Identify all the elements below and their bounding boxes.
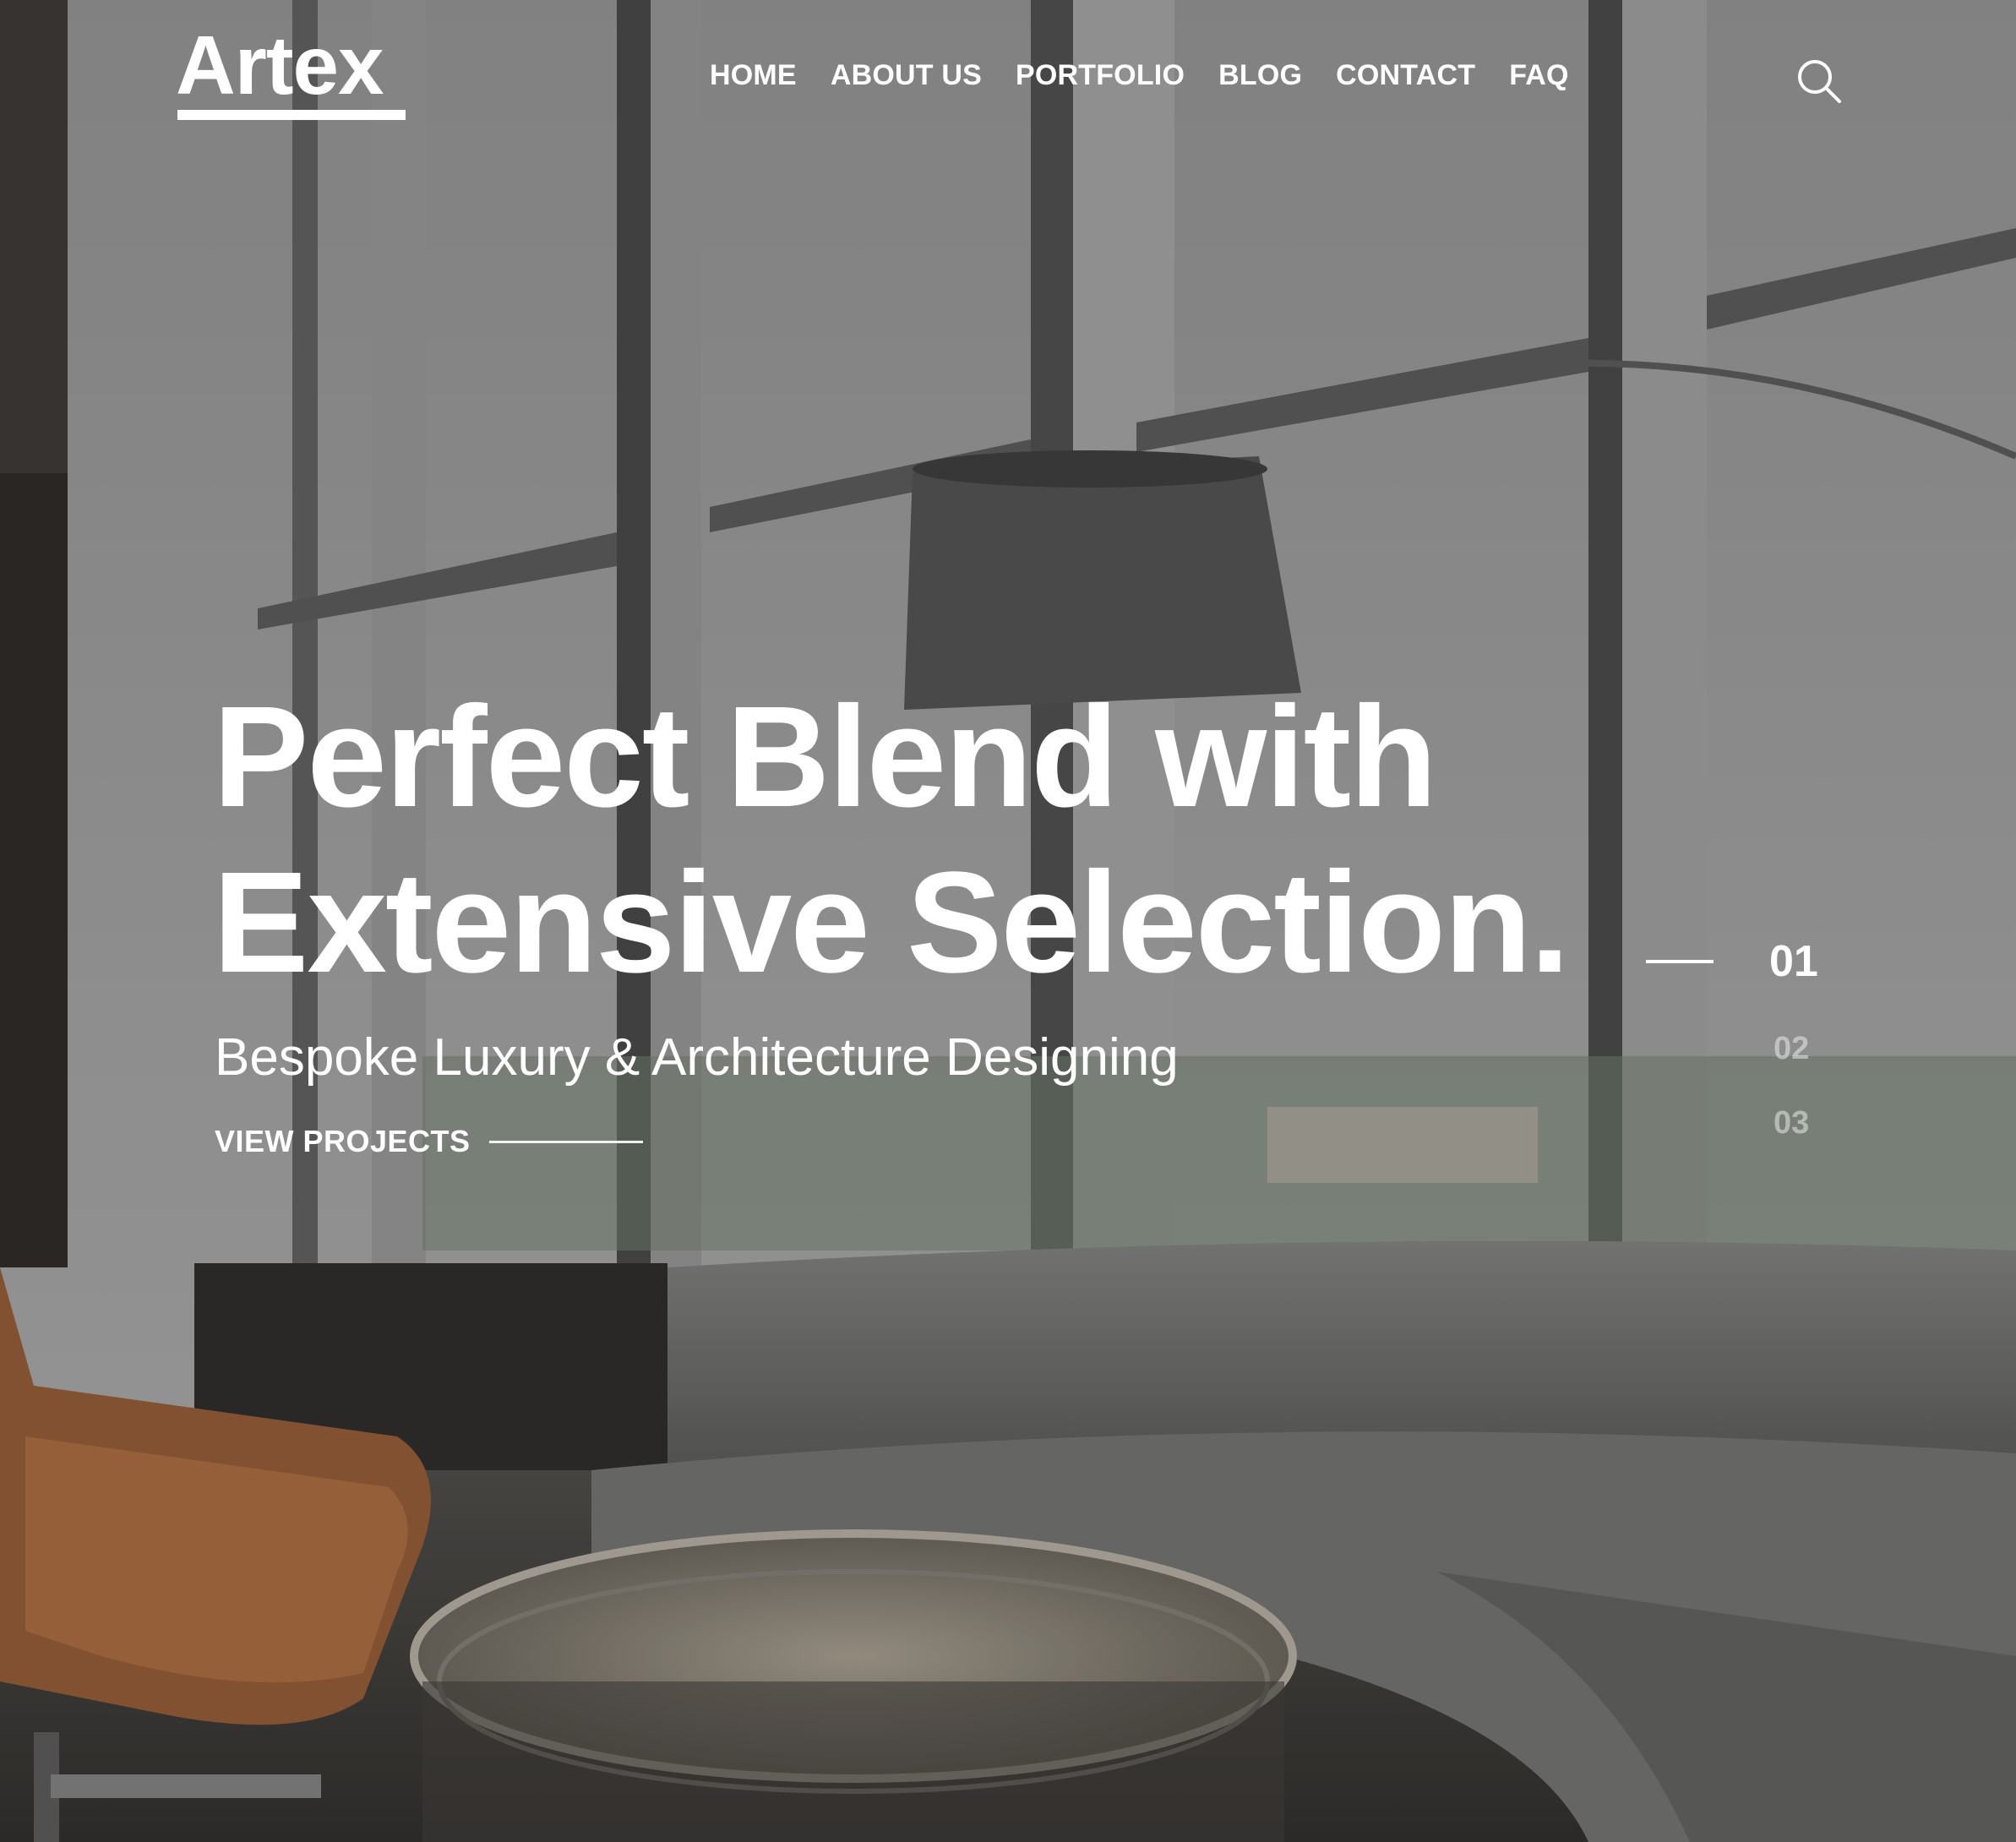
slide-active-indicator (1646, 960, 1714, 963)
view-projects-link[interactable]: VIEW PROJECTS (215, 1124, 643, 1159)
nav-item-about-us[interactable]: ABOUT US (831, 59, 982, 92)
nav-item-faq[interactable]: FAQ (1509, 59, 1569, 92)
hero-headline: Perfect Blend with Extensive Selection. (213, 674, 1649, 1005)
slide-number-01[interactable]: 01 (1769, 936, 1818, 987)
search-icon[interactable] (1795, 57, 1843, 105)
slide-number-03[interactable]: 03 (1774, 1105, 1809, 1142)
nav-item-portfolio[interactable]: PORTFOLIO (1016, 59, 1185, 92)
logo-underline (177, 110, 406, 120)
hero-headline-line-2: Extensive Selection. (213, 842, 1570, 1003)
nav-item-home[interactable]: HOME (710, 59, 797, 92)
nav-item-blog[interactable]: BLOG (1218, 59, 1302, 92)
nav-item-contact[interactable]: CONTACT (1336, 59, 1475, 92)
hero-subtitle: Bespoke Luxury & Architecture Designing (215, 1028, 1179, 1087)
hero-headline-line-1: Perfect Blend with (213, 677, 1437, 837)
view-projects-label: VIEW PROJECTS (215, 1124, 471, 1158)
slide-number-02[interactable]: 02 (1774, 1031, 1809, 1067)
view-projects-line (488, 1140, 643, 1143)
site-logo[interactable]: Artex (176, 24, 384, 106)
main-nav: HOME ABOUT US PORTFOLIO BLOG CONTACT FAQ (710, 59, 1569, 92)
